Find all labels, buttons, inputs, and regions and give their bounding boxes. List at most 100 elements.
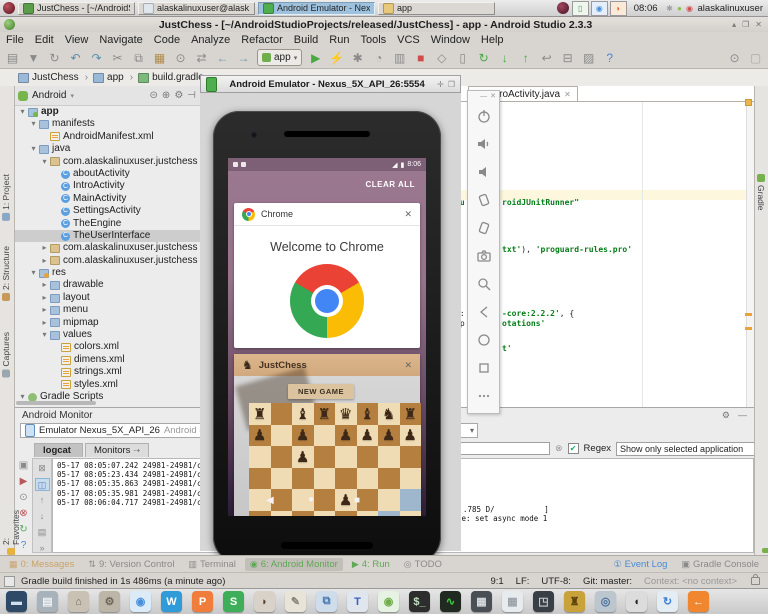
tray-window-firefox-icon[interactable]: ◗	[610, 1, 627, 16]
vm-icon[interactable]: ◳	[533, 591, 554, 612]
home-folder-icon[interactable]: ⌂	[68, 591, 89, 612]
forward-icon[interactable]: →	[236, 50, 251, 66]
menu-item[interactable]: Window	[431, 34, 470, 46]
tree-item[interactable]: ▸ mipmap	[14, 317, 200, 329]
chess-piece[interactable]: ♜	[400, 403, 422, 425]
sync-gradle-icon[interactable]: ↻	[476, 50, 491, 66]
robot-icon[interactable]: ◎	[595, 591, 616, 612]
overview-icon[interactable]	[474, 358, 494, 378]
tree-item[interactable]: ▾ com.alaskalinuxuser.justchess	[14, 156, 200, 168]
taskbar-window-terminal[interactable]: alaskalinuxuser@alask...	[138, 2, 255, 15]
tree-arrow-icon[interactable]: ▸	[40, 292, 49, 304]
chess-square[interactable]	[314, 446, 336, 468]
tree-arrow-icon[interactable]: ▾	[40, 156, 49, 168]
breadcrumb-item[interactable]: build.gradle ›	[138, 72, 204, 83]
monitor-help-icon[interactable]: ?	[21, 540, 27, 552]
power-icon[interactable]	[474, 106, 494, 126]
wrap-icon[interactable]: ◫	[35, 478, 50, 491]
panel-settings-icon[interactable]: ⚙	[174, 90, 183, 101]
status-bar-item[interactable]: UTF-8:	[541, 576, 571, 587]
maximize-icon[interactable]: ❐	[742, 20, 749, 29]
attach-debugger-icon[interactable]: ◇	[434, 50, 449, 66]
revert-icon[interactable]: ↩	[539, 50, 554, 66]
tools-folder-icon[interactable]: ⚙	[99, 591, 120, 612]
tree-item[interactable]: AndroidManifest.xml	[14, 131, 200, 143]
chess-piece[interactable]: ♟	[292, 425, 314, 447]
tool-window-button[interactable]: ▦ 0: Messages	[4, 558, 79, 571]
rollup-icon[interactable]: ▴	[732, 20, 736, 29]
undo-icon[interactable]: ↶	[68, 50, 83, 66]
taskbar-window-emulator[interactable]: Android Emulator - Nex...	[258, 2, 375, 15]
tree-item[interactable]: dimens.xml	[14, 354, 200, 366]
chess-piece[interactable]: ♜	[249, 403, 271, 425]
tree-item[interactable]: ▾ values	[14, 329, 200, 341]
replace-icon[interactable]: ⇄	[194, 50, 209, 66]
toolwindow-toggle-icon[interactable]	[4, 576, 15, 587]
apply-changes-icon[interactable]: ⚡	[329, 50, 344, 66]
menu-item[interactable]: Analyze	[191, 34, 230, 46]
taskbar-window-app[interactable]: app	[378, 2, 495, 15]
tray-notify-icon[interactable]: ◉	[685, 4, 695, 13]
menu-item[interactable]: View	[65, 34, 89, 46]
monitor-tab[interactable]: logcat	[34, 443, 83, 457]
window-switcher-icon[interactable]: ⧉	[316, 591, 337, 612]
stamp-icon[interactable]: ♜	[564, 591, 585, 612]
menu-item[interactable]: Refactor	[241, 34, 283, 46]
search-everywhere-icon[interactable]: ⊙	[727, 50, 742, 66]
tool-window-stripe-button[interactable]: Captures	[1, 332, 11, 378]
tree-item[interactable]: ▾ app	[14, 106, 200, 118]
project-view-select[interactable]: Android	[32, 90, 66, 101]
emulator-float-icon[interactable]: ✛	[437, 80, 444, 89]
coverage-icon[interactable]: ◔	[371, 50, 386, 66]
rotate-left-icon[interactable]	[474, 190, 494, 210]
layout-inspector-icon[interactable]: ⊙	[19, 492, 27, 504]
tree-item[interactable]: ▾ java	[14, 143, 200, 155]
inspection-marker[interactable]	[745, 99, 752, 106]
tray-network-icon[interactable]: ✱	[665, 4, 675, 13]
nav-back-icon[interactable]: ◀	[266, 495, 274, 506]
tool-window-button[interactable]: ▶ 4: Run	[347, 558, 395, 571]
tree-item[interactable]: ▸ com.alaskalinuxuser.justchess (test	[14, 255, 200, 267]
tree-item[interactable]: ▸ com.alaskalinuxuser.justchess (andr	[14, 242, 200, 254]
tree-arrow-icon[interactable]: ▾	[29, 143, 38, 155]
scroll-up-icon[interactable]: ↑	[35, 494, 50, 507]
phone-screen[interactable]: ◢ ▮ 8:06 CLEAR ALL Chrome ✕ Welcome to C…	[228, 158, 426, 516]
tree-arrow-icon[interactable]: ▸	[40, 279, 49, 291]
lock-icon[interactable]	[751, 577, 760, 585]
tool-window-button[interactable]: ◎ TODO	[399, 558, 447, 571]
chess-piece[interactable]: ♟	[378, 425, 400, 447]
chess-square[interactable]	[314, 468, 336, 490]
sync-icon[interactable]: ↻	[47, 50, 62, 66]
tree-item[interactable]: ▸ layout	[14, 292, 200, 304]
calculator-icon[interactable]: ▦	[471, 591, 492, 612]
debug-icon[interactable]: ✱	[350, 50, 365, 66]
copy-icon[interactable]: ⧉	[131, 50, 146, 66]
rotate-right-icon[interactable]	[474, 218, 494, 238]
notes-icon[interactable]: ✎	[285, 591, 306, 612]
avd-manager-icon[interactable]: ▯	[455, 50, 470, 66]
tree-item[interactable]: SettingsActivity	[14, 205, 200, 217]
status-bar-item[interactable]: Context: <no context>	[644, 576, 737, 587]
android-studio-icon[interactable]: ◉	[378, 591, 399, 612]
sdk-manager-icon[interactable]: ▨	[581, 50, 596, 66]
tool-window-stripe-button[interactable]: Gradle	[756, 174, 766, 211]
redo-icon[interactable]: ↷	[89, 50, 104, 66]
volume-up-icon[interactable]	[474, 134, 494, 154]
calendar-icon[interactable]: ▦	[502, 591, 523, 612]
tool-window-button[interactable]: ⇅ 9: Version Control	[83, 558, 179, 571]
tree-item[interactable]: TheUserInterface	[14, 230, 200, 242]
open-icon[interactable]: ▤	[5, 50, 20, 66]
chess-square[interactable]	[271, 468, 293, 490]
close-icon[interactable]: ✕	[755, 20, 762, 29]
gimp-icon[interactable]: ◗	[254, 591, 275, 612]
tree-item[interactable]: ▸ drawable	[14, 279, 200, 291]
user-icon[interactable]: ▢	[748, 50, 763, 66]
tree-arrow-icon[interactable]: ▾	[29, 118, 38, 130]
tree-arrow-icon[interactable]: ▾	[29, 267, 38, 279]
menu-item[interactable]: Edit	[35, 34, 54, 46]
chess-square[interactable]	[249, 446, 271, 468]
expand-all-icon[interactable]: ⊕	[162, 90, 170, 101]
nav-overview-icon[interactable]: ■	[354, 495, 360, 506]
menu-item[interactable]: Code	[154, 34, 180, 46]
save-all-icon[interactable]: ▼	[26, 50, 41, 66]
